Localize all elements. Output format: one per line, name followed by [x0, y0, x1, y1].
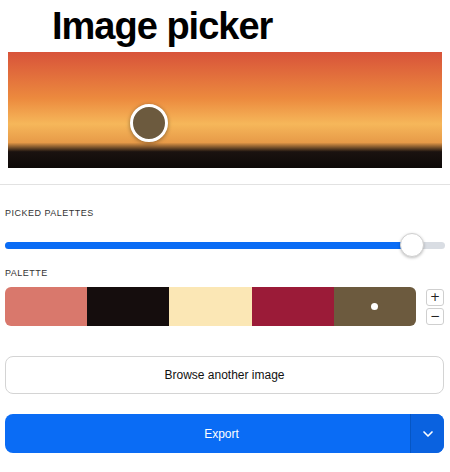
palette-swatch[interactable]: [252, 287, 334, 326]
palette: [5, 287, 416, 326]
slider-fill: [5, 242, 412, 249]
add-color-button[interactable]: +: [426, 289, 444, 306]
export-split-button: Export: [5, 414, 444, 453]
palette-label: PALETTE: [5, 267, 445, 279]
palette-swatch[interactable]: [334, 287, 416, 326]
color-picker-handle[interactable]: [130, 104, 168, 142]
export-button[interactable]: Export: [5, 414, 410, 453]
chevron-down-icon: [420, 426, 436, 442]
picked-palettes-slider[interactable]: [5, 233, 445, 257]
palette-row: +−: [5, 287, 444, 326]
slider-thumb[interactable]: [400, 233, 424, 257]
slider-track: [5, 242, 445, 249]
palette-size-controls: +−: [426, 289, 444, 325]
divider: [0, 184, 450, 185]
browse-button[interactable]: Browse another image: [5, 356, 444, 394]
remove-color-button[interactable]: −: [426, 308, 444, 325]
palette-swatch[interactable]: [5, 287, 87, 326]
selected-dot: [371, 303, 378, 310]
palette-swatch[interactable]: [169, 287, 251, 326]
image-picker-page: Image pickerPICKED PALETTESPALETTE+−Brow…: [0, 0, 450, 453]
export-menu-button[interactable]: [410, 414, 444, 453]
palette-swatch[interactable]: [87, 287, 169, 326]
picked-palettes-label: PICKED PALETTES: [5, 207, 445, 219]
source-image[interactable]: [8, 52, 442, 168]
page-title: Image picker: [0, 0, 450, 50]
